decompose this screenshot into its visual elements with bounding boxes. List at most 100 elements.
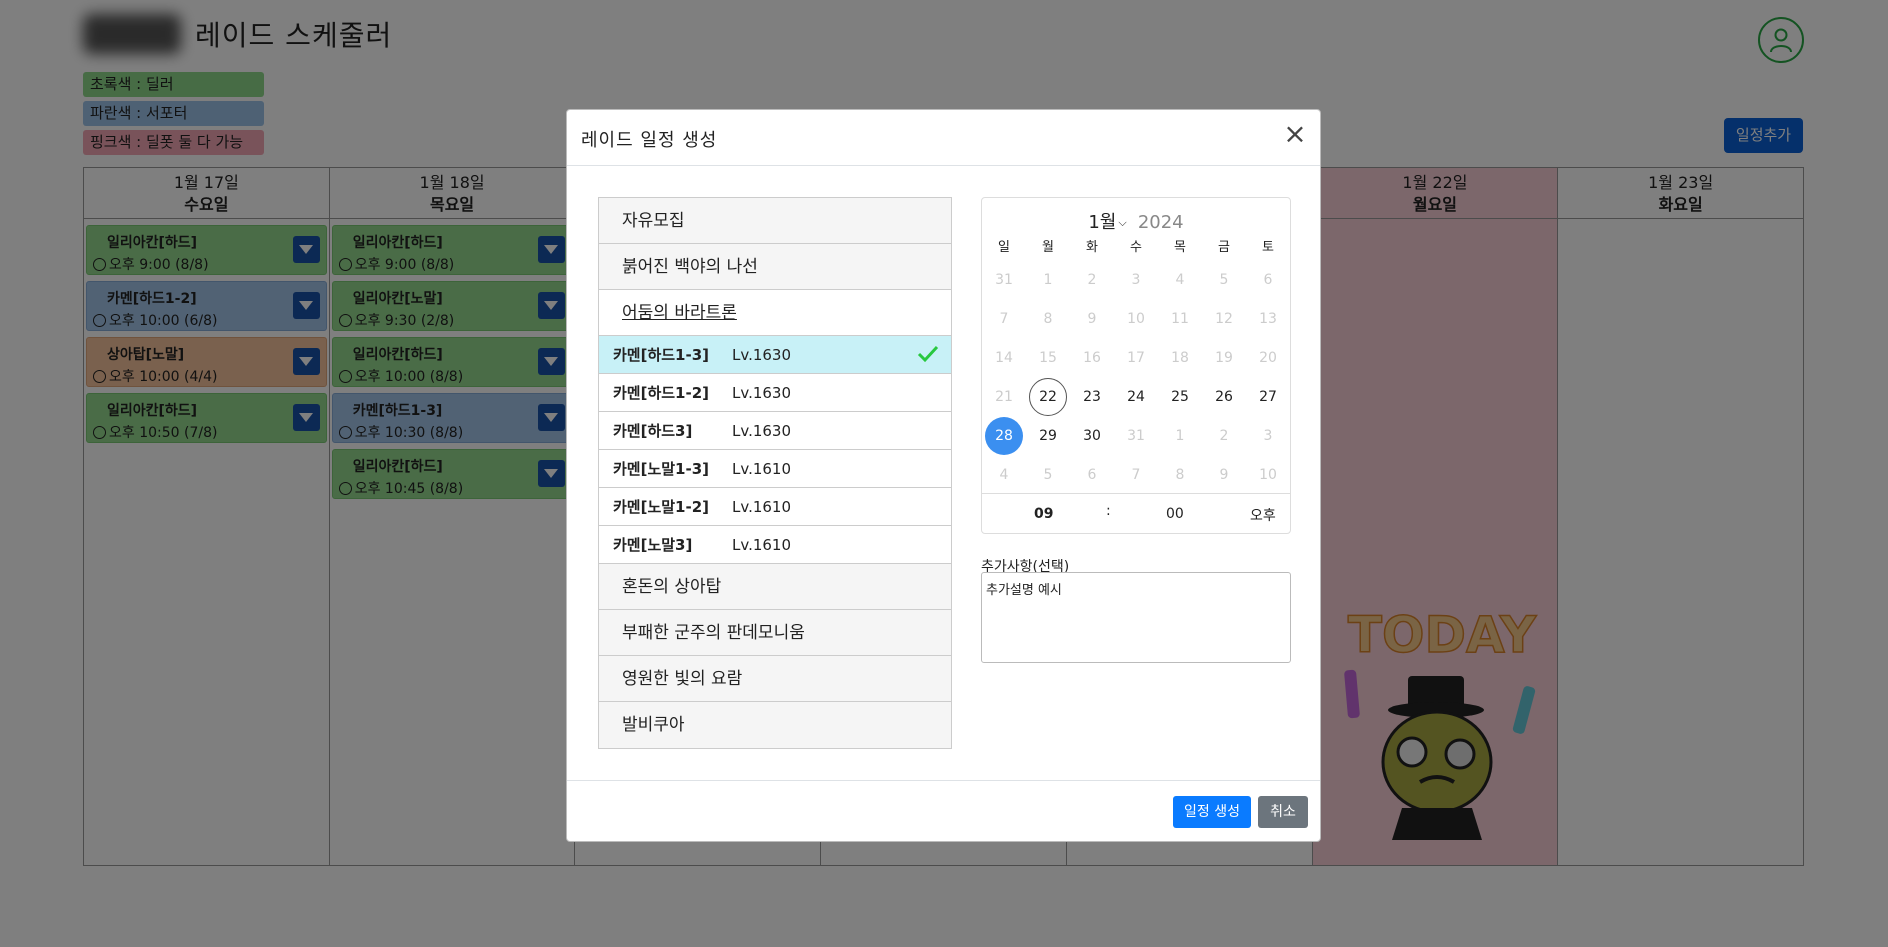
calendar-day[interactable]: 28 bbox=[982, 416, 1026, 455]
calendar-day: 12 bbox=[1202, 299, 1246, 338]
day-number: 9 bbox=[1219, 466, 1229, 483]
calendar-day[interactable]: 23 bbox=[1070, 377, 1114, 416]
calendar-day: 4 bbox=[1158, 260, 1202, 299]
raid-list: 자유모집 붉어진 백야의 나선 어둠의 바라트론 카멘[하드1-3] Lv.1630 카멘… bbox=[598, 197, 952, 749]
modal-header: 레이드 일정 생성 × bbox=[567, 110, 1320, 166]
raid-category[interactable]: 붉어진 백야의 나선 bbox=[599, 244, 951, 290]
raid-category[interactable]: 부패한 군주의 판데모니움 bbox=[599, 610, 951, 656]
day-number: 10 bbox=[1127, 310, 1145, 327]
day-number: 18 bbox=[1171, 349, 1189, 366]
raid-category[interactable]: 어둠의 바라트론 bbox=[599, 290, 951, 336]
day-number: 2 bbox=[1087, 271, 1097, 288]
time-separator: : bbox=[1106, 503, 1111, 519]
day-number: 5 bbox=[1219, 271, 1229, 288]
chevron-down-icon: ⌵ bbox=[1118, 216, 1127, 229]
raid-option[interactable]: 카멘[노말1-2] Lv.1610 bbox=[599, 488, 951, 526]
calendar-day[interactable]: 22 bbox=[1026, 377, 1070, 416]
raid-option-level: Lv.1610 bbox=[732, 460, 792, 478]
cancel-button[interactable]: 취소 bbox=[1258, 796, 1308, 828]
raid-option[interactable]: 카멘[노말3] Lv.1610 bbox=[599, 526, 951, 564]
calendar-day[interactable]: 26 bbox=[1202, 377, 1246, 416]
raid-option-level: Lv.1630 bbox=[732, 346, 792, 364]
day-number: 15 bbox=[1039, 349, 1057, 366]
calendar-day: 4 bbox=[982, 455, 1026, 494]
calendar-day: 1 bbox=[1026, 260, 1070, 299]
day-number: 2 bbox=[1219, 427, 1229, 444]
calendar-day: 6 bbox=[1246, 260, 1290, 299]
calendar-day[interactable]: 25 bbox=[1158, 377, 1202, 416]
calendar-day[interactable]: 24 bbox=[1114, 377, 1158, 416]
calendar-day: 9 bbox=[1070, 299, 1114, 338]
day-number: 27 bbox=[1259, 388, 1277, 405]
day-number: 4 bbox=[1175, 271, 1185, 288]
day-number: 3 bbox=[1131, 271, 1141, 288]
calendar-day: 10 bbox=[1114, 299, 1158, 338]
weekday-label: 화 bbox=[1086, 240, 1098, 255]
raid-option-level: Lv.1610 bbox=[732, 498, 792, 516]
raid-category[interactable]: 영원한 빛의 요람 bbox=[599, 656, 951, 702]
weekday-label: 목 bbox=[1174, 240, 1186, 255]
month-select[interactable]: 1월 ⌵ bbox=[1088, 212, 1126, 233]
raid-option[interactable]: 카멘[하드3] Lv.1630 bbox=[599, 412, 951, 450]
date-time-picker: 1월 ⌵ 2024 일월화수목금토 31 1 2 3 4 5 6 7 8 9 10 11 12 13 14 15… bbox=[981, 197, 1291, 534]
note-textarea[interactable]: 추가설명 예시 bbox=[981, 572, 1291, 663]
calendar-day: 2 bbox=[1070, 260, 1114, 299]
calendar-day: 19 bbox=[1202, 338, 1246, 377]
day-number: 31 bbox=[995, 271, 1013, 288]
raid-option[interactable]: 카멘[하드1-3] Lv.1630 bbox=[599, 336, 951, 374]
day-number: 8 bbox=[1175, 466, 1185, 483]
calendar-day[interactable]: 27 bbox=[1246, 377, 1290, 416]
day-number: 3 bbox=[1263, 427, 1273, 444]
modal-footer: 일정 생성 취소 bbox=[567, 780, 1320, 841]
day-number: 25 bbox=[1171, 388, 1189, 405]
raid-category[interactable]: 발비쿠아 bbox=[599, 702, 951, 748]
day-number: 10 bbox=[1259, 466, 1277, 483]
day-number: 24 bbox=[1127, 388, 1145, 405]
checkmark-icon bbox=[917, 345, 939, 363]
create-schedule-button[interactable]: 일정 생성 bbox=[1173, 796, 1251, 828]
calendar-day: 15 bbox=[1026, 338, 1070, 377]
raid-option-name: 카멘[노말1-3] bbox=[613, 460, 710, 478]
day-number: 9 bbox=[1087, 310, 1097, 327]
time-selector: 09 : 00 오후 bbox=[982, 493, 1290, 533]
day-number: 1 bbox=[1175, 427, 1185, 444]
calendar-day: 14 bbox=[982, 338, 1026, 377]
day-number: 16 bbox=[1083, 349, 1101, 366]
close-icon[interactable]: × bbox=[1282, 120, 1308, 148]
minute-field[interactable]: 00 bbox=[1166, 506, 1184, 522]
year-label[interactable]: 2024 bbox=[1138, 212, 1184, 233]
calendar-day: 7 bbox=[1114, 455, 1158, 494]
day-number: 11 bbox=[1171, 310, 1189, 327]
calendar-day: 17 bbox=[1114, 338, 1158, 377]
calendar-day: 18 bbox=[1158, 338, 1202, 377]
raid-category[interactable]: 혼돈의 상아탑 bbox=[599, 564, 951, 610]
calendar-day: 9 bbox=[1202, 455, 1246, 494]
day-number: 20 bbox=[1259, 349, 1277, 366]
raid-option[interactable]: 카멘[하드1-2] Lv.1630 bbox=[599, 374, 951, 412]
raid-option-name: 카멘[노말1-2] bbox=[613, 498, 710, 516]
day-number: 19 bbox=[1215, 349, 1233, 366]
calendar-day[interactable]: 29 bbox=[1026, 416, 1070, 455]
raid-option[interactable]: 카멘[노말1-3] Lv.1610 bbox=[599, 450, 951, 488]
hour-field[interactable]: 09 bbox=[1034, 506, 1053, 522]
day-grid: 31 1 2 3 4 5 6 7 8 9 10 11 12 13 14 15 16 17 18 19 20 21 22 23 2… bbox=[982, 260, 1290, 494]
day-number: 21 bbox=[995, 388, 1013, 405]
day-number: 13 bbox=[1259, 310, 1277, 327]
raid-option-name: 카멘[노말3] bbox=[613, 536, 693, 554]
calendar-day: 10 bbox=[1246, 455, 1290, 494]
calendar-day: 8 bbox=[1026, 299, 1070, 338]
calendar-day: 5 bbox=[1026, 455, 1070, 494]
day-number: 6 bbox=[1087, 466, 1097, 483]
raid-category[interactable]: 자유모집 bbox=[599, 198, 951, 244]
day-number: 17 bbox=[1127, 349, 1145, 366]
weekday-label: 토 bbox=[1262, 240, 1274, 255]
day-number: 6 bbox=[1263, 271, 1273, 288]
raid-option-level: Lv.1630 bbox=[732, 422, 792, 440]
calendar-day[interactable]: 30 bbox=[1070, 416, 1114, 455]
day-number: 30 bbox=[1083, 427, 1101, 444]
ampm-toggle[interactable]: 오후 bbox=[1250, 505, 1276, 525]
raid-option-name: 카멘[하드1-3] bbox=[613, 346, 710, 364]
calendar-day: 20 bbox=[1246, 338, 1290, 377]
calendar-day: 7 bbox=[982, 299, 1026, 338]
weekday-label: 수 bbox=[1130, 240, 1142, 255]
